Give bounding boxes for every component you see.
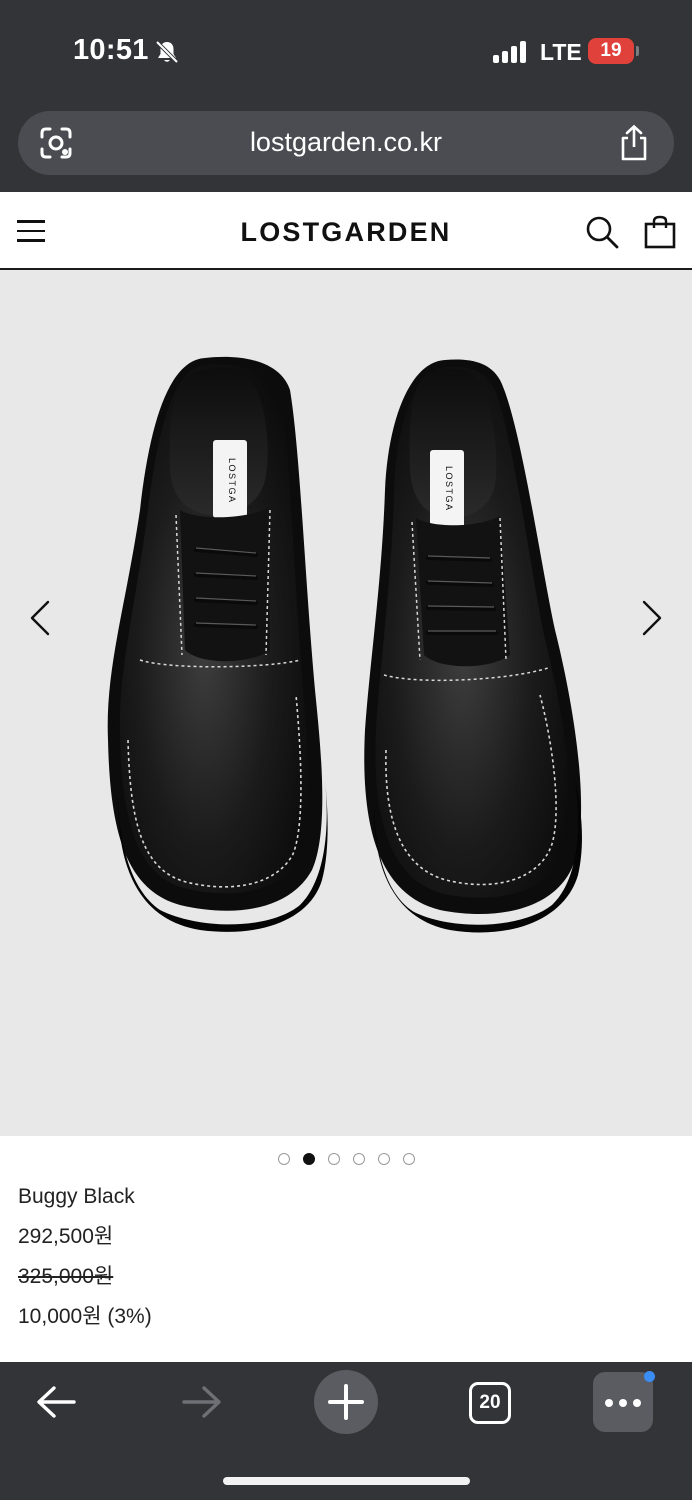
network-label: LTE (540, 39, 582, 65)
share-icon[interactable] (618, 124, 650, 162)
insole-label: LOSTGA (227, 458, 237, 504)
more-dots-icon[interactable] (593, 1372, 653, 1432)
carousel-dot[interactable] (352, 1153, 365, 1165)
product-photo-shoes: LOSTGA LOSTGA (107, 356, 582, 933)
plus-icon (328, 1384, 364, 1420)
signal-icon (493, 41, 529, 63)
new-tab-button[interactable] (314, 1370, 378, 1434)
notification-badge (644, 1371, 655, 1382)
discount-amount: 10,000원 (3%) (18, 1305, 152, 1328)
battery-nub (636, 46, 639, 56)
browser-chrome-top: 10:51 LTE 19 lostgarden.co.kr (0, 0, 692, 192)
product-image-carousel[interactable]: LOSTGA LOSTGA (0, 270, 692, 1136)
product-name: Buggy Black (18, 1185, 135, 1208)
back-arrow-icon[interactable] (34, 1384, 78, 1420)
right-shoe: LOSTGA (364, 359, 582, 933)
forward-arrow-icon[interactable] (180, 1384, 224, 1420)
product-info: Buggy Black 292,500원 325,000원 10,000원 (3… (18, 1180, 658, 1340)
battery-icon: 19 (588, 38, 634, 64)
tabs-icon[interactable]: 20 (469, 1382, 511, 1424)
address-bar[interactable]: lostgarden.co.kr (18, 111, 674, 175)
left-shoe: LOSTGA (107, 356, 328, 932)
sale-price: 292,500원 (18, 1225, 114, 1248)
status-time: 10:51 (73, 34, 149, 66)
url-text[interactable]: lostgarden.co.kr (18, 127, 674, 158)
carousel-dot[interactable] (277, 1153, 290, 1165)
chevron-right-icon[interactable] (638, 598, 666, 638)
site-header: LOSTGARDEN (0, 192, 692, 270)
carousel-dot[interactable] (402, 1153, 415, 1165)
home-indicator[interactable] (223, 1477, 470, 1485)
search-icon[interactable] (585, 215, 619, 249)
carousel-dot[interactable] (327, 1153, 340, 1165)
chevron-left-icon[interactable] (26, 598, 54, 638)
bell-slash-icon (155, 40, 179, 64)
carousel-dot[interactable] (377, 1153, 390, 1165)
shopping-bag-icon[interactable] (644, 215, 676, 249)
original-price: 325,000원 (18, 1265, 114, 1288)
carousel-pagination (0, 1152, 692, 1166)
carousel-dot[interactable] (302, 1153, 315, 1165)
insole-label-right: LOSTGA (444, 466, 454, 512)
